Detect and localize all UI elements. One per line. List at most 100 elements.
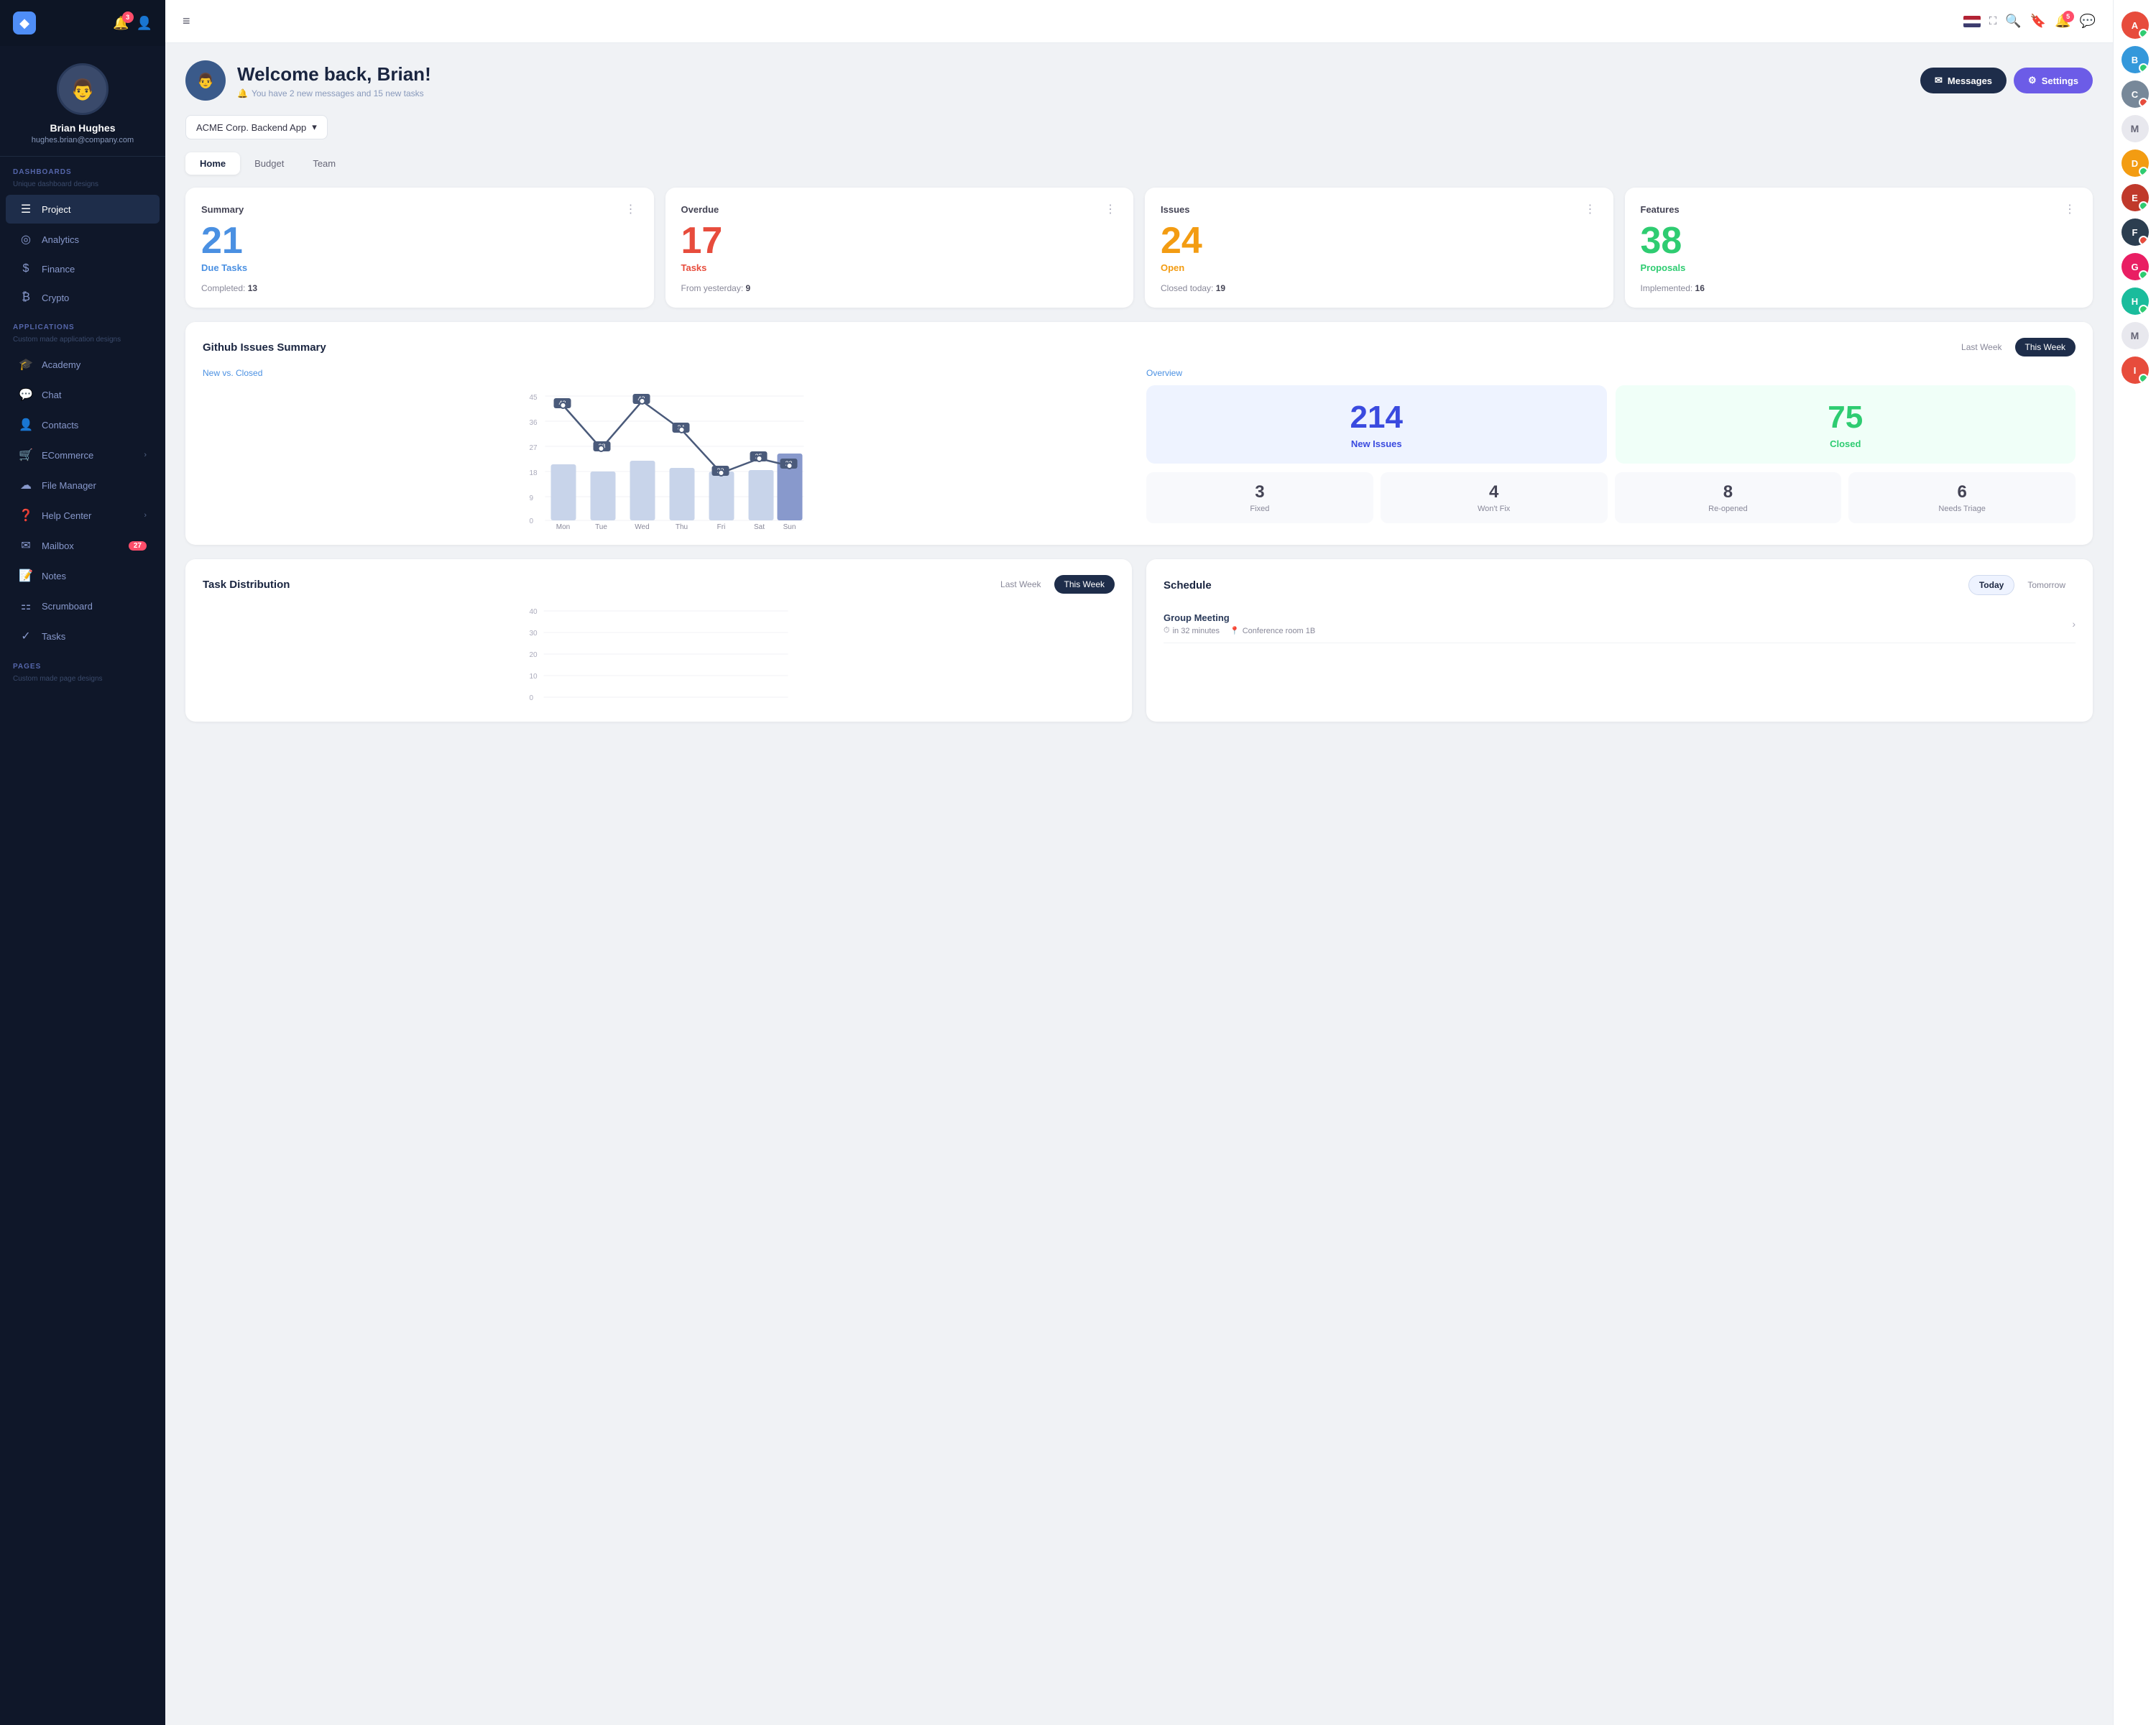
fixed-stat: 3 Fixed bbox=[1146, 472, 1373, 523]
reopened-stat: 8 Re-opened bbox=[1615, 472, 1842, 523]
sidebar-item-scrumboard[interactable]: ⚏ Scrumboard bbox=[6, 592, 160, 620]
sidebar-item-crypto[interactable]: ₿ Crypto bbox=[6, 284, 160, 311]
rs-avatar-m1[interactable]: M bbox=[2122, 115, 2149, 142]
welcome-section: 👨 Welcome back, Brian! 🔔 You have 2 new … bbox=[185, 60, 2093, 101]
menu-icon[interactable]: ≡ bbox=[183, 14, 190, 29]
tab-home[interactable]: Home bbox=[185, 152, 240, 175]
sidebar-item-notes[interactable]: 📝 Notes bbox=[6, 561, 160, 590]
sidebar-item-project[interactable]: ☰ Project bbox=[6, 195, 160, 224]
sidebar-item-chat[interactable]: 💬 Chat bbox=[6, 380, 160, 409]
svg-text:20: 20 bbox=[530, 651, 538, 659]
rs-avatar-2[interactable]: B bbox=[2122, 46, 2149, 73]
card-header: Features ⋮ bbox=[1641, 202, 2078, 216]
github-section-header: Github Issues Summary Last Week This Wee… bbox=[203, 338, 2076, 356]
svg-text:27: 27 bbox=[530, 444, 538, 452]
search-icon[interactable]: 🔍 bbox=[2005, 14, 2021, 29]
card-sub: From yesterday: 9 bbox=[681, 283, 1118, 293]
sidebar-item-academy[interactable]: 🎓 Academy bbox=[6, 350, 160, 379]
project-icon: ☰ bbox=[19, 202, 33, 216]
card-title: Issues bbox=[1161, 204, 1189, 215]
svg-text:0: 0 bbox=[530, 694, 534, 702]
github-issues-section: Github Issues Summary Last Week This Wee… bbox=[185, 322, 2093, 545]
card-sub: Closed today: 19 bbox=[1161, 283, 1598, 293]
today-button[interactable]: Today bbox=[1968, 575, 2014, 595]
schedule-header: Schedule Today Tomorrow bbox=[1164, 575, 2076, 595]
gear-icon: ⚙ bbox=[2028, 75, 2037, 86]
rs-avatar-7[interactable]: G bbox=[2122, 253, 2149, 280]
card-label: Tasks bbox=[681, 262, 1118, 273]
chevron-right-icon: › bbox=[144, 451, 147, 459]
svg-text:45: 45 bbox=[530, 394, 538, 402]
card-header: Summary ⋮ bbox=[201, 202, 638, 216]
sidebar-item-help-center[interactable]: ❓ Help Center › bbox=[6, 501, 160, 530]
task-dist-header: Task Distribution Last Week This Week bbox=[203, 575, 1115, 594]
sidebar-item-analytics[interactable]: ◎ Analytics bbox=[6, 225, 160, 254]
rs-avatar-9[interactable]: I bbox=[2122, 356, 2149, 384]
closed-label: Closed bbox=[1830, 438, 1861, 449]
main-content: ≡ ⛶ 🔍 🔖 🔔 5 💬 👨 Welcome back, Brian! 🔔 Y… bbox=[165, 0, 2113, 1725]
svg-text:Mon: Mon bbox=[556, 523, 570, 529]
tab-team[interactable]: Team bbox=[298, 152, 350, 175]
card-number: 17 bbox=[681, 222, 1118, 259]
top-navbar: ≡ ⛶ 🔍 🔖 🔔 5 💬 bbox=[165, 0, 2113, 43]
welcome-title: Welcome back, Brian! bbox=[237, 63, 431, 86]
overdue-card: Overdue ⋮ 17 Tasks From yesterday: 9 bbox=[665, 188, 1134, 308]
rs-avatar-8[interactable]: H bbox=[2122, 288, 2149, 315]
card-menu-icon[interactable]: ⋮ bbox=[1585, 202, 1598, 216]
card-menu-icon[interactable]: ⋮ bbox=[625, 202, 638, 216]
sidebar-item-file-manager[interactable]: ☁ File Manager bbox=[6, 471, 160, 500]
task-last-week-button[interactable]: Last Week bbox=[990, 575, 1051, 594]
chevron-right-icon[interactable]: › bbox=[2072, 618, 2076, 630]
notifications-wrapper: 🔔 5 bbox=[2055, 14, 2070, 29]
rs-avatar-5[interactable]: E bbox=[2122, 184, 2149, 211]
sidebar-item-label: Project bbox=[42, 204, 70, 215]
settings-button[interactable]: ⚙ Settings bbox=[2014, 68, 2093, 93]
messages-button[interactable]: ✉ Messages bbox=[1920, 68, 2007, 93]
svg-text:10: 10 bbox=[530, 673, 538, 681]
sidebar-item-contacts[interactable]: 👤 Contacts bbox=[6, 410, 160, 439]
rs-avatar-m2[interactable]: M bbox=[2122, 322, 2149, 349]
sidebar-top: ◆ 🔔 3 👤 bbox=[0, 0, 165, 46]
tab-budget[interactable]: Budget bbox=[240, 152, 298, 175]
rs-avatar-3[interactable]: C bbox=[2122, 80, 2149, 108]
bookmark-icon[interactable]: 🔖 bbox=[2030, 14, 2046, 29]
expand-icon[interactable]: ⛶ bbox=[1989, 15, 1997, 27]
sidebar-item-ecommerce[interactable]: 🛒 ECommerce › bbox=[6, 441, 160, 469]
last-week-button[interactable]: Last Week bbox=[1951, 338, 2012, 356]
this-week-button[interactable]: This Week bbox=[2015, 338, 2076, 356]
file-manager-icon: ☁ bbox=[19, 478, 33, 492]
card-title: Summary bbox=[201, 204, 244, 215]
card-menu-icon[interactable]: ⋮ bbox=[1105, 202, 1118, 216]
rs-avatar-4[interactable]: D bbox=[2122, 150, 2149, 177]
svg-text:Thu: Thu bbox=[676, 523, 688, 529]
sidebar-item-label: ECommerce bbox=[42, 450, 93, 461]
task-dist-chart: 40 30 20 10 0 bbox=[203, 605, 1115, 706]
triage-stat: 6 Needs Triage bbox=[1848, 472, 2076, 523]
chat-bubble-icon[interactable]: 💬 bbox=[2080, 14, 2096, 29]
svg-text:Wed: Wed bbox=[635, 523, 649, 529]
wont-fix-num: 4 bbox=[1489, 482, 1498, 502]
welcome-actions: ✉ Messages ⚙ Settings bbox=[1920, 68, 2093, 93]
card-sub: Implemented: 16 bbox=[1641, 283, 2078, 293]
sidebar-item-mailbox[interactable]: ✉ Mailbox 27 bbox=[6, 531, 160, 560]
sidebar-item-tasks[interactable]: ✓ Tasks bbox=[6, 622, 160, 650]
fixed-num: 3 bbox=[1255, 482, 1264, 502]
ecommerce-icon: 🛒 bbox=[19, 448, 33, 462]
project-selector[interactable]: ACME Corp. Backend App ▾ bbox=[185, 115, 328, 139]
rs-avatar-1[interactable]: A bbox=[2122, 12, 2149, 39]
content-area: 👨 Welcome back, Brian! 🔔 You have 2 new … bbox=[165, 43, 2113, 753]
welcome-avatar: 👨 bbox=[185, 60, 226, 101]
rs-avatar-6[interactable]: F bbox=[2122, 218, 2149, 246]
schedule-item: Group Meeting ⏱ in 32 minutes 📍 Conferen… bbox=[1164, 605, 2076, 643]
user-circle-icon[interactable]: 👤 bbox=[137, 16, 152, 31]
sidebar-item-label: Chat bbox=[42, 390, 61, 400]
task-this-week-button[interactable]: This Week bbox=[1054, 575, 1115, 594]
notifications-icon[interactable]: 🔔 3 bbox=[113, 16, 129, 31]
logo-icon[interactable]: ◆ bbox=[13, 12, 36, 34]
bell-small-icon: 🔔 bbox=[237, 88, 248, 98]
sidebar-item-finance[interactable]: $ Finance bbox=[6, 255, 160, 282]
card-menu-icon[interactable]: ⋮ bbox=[2064, 202, 2077, 216]
tomorrow-button[interactable]: Tomorrow bbox=[2017, 575, 2076, 595]
reopened-label: Re-opened bbox=[1708, 505, 1747, 513]
language-flag[interactable] bbox=[1963, 16, 1981, 27]
